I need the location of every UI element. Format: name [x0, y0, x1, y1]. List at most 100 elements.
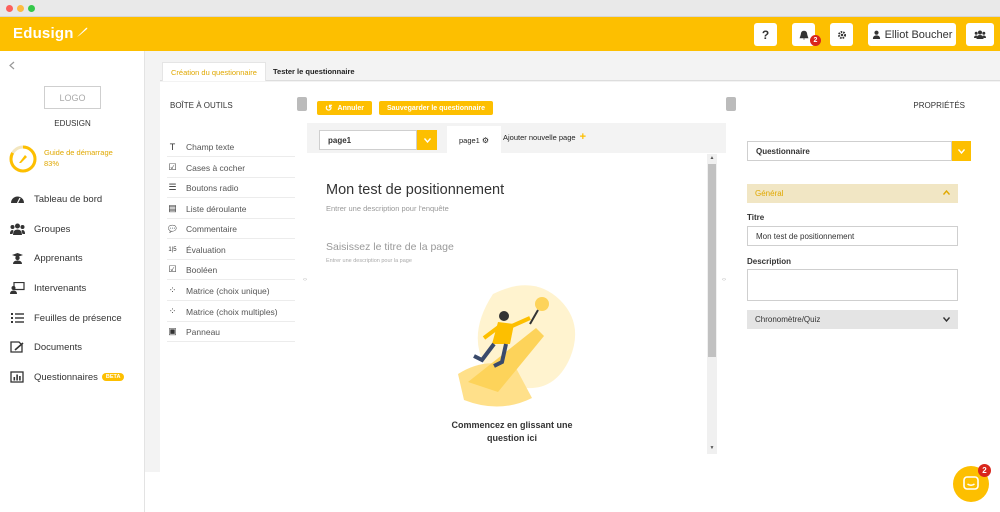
properties-title: PROPRIÉTÉS	[913, 101, 965, 110]
tab-test[interactable]: Tester le questionnaire	[265, 63, 363, 80]
tool-label: Panneau	[186, 326, 221, 337]
scroll-down-icon[interactable]: ▼	[707, 445, 717, 451]
rating-icon: 1|5	[168, 246, 177, 253]
tool-label: Matrice (choix unique)	[186, 285, 270, 296]
help-icon: ?	[761, 27, 770, 42]
description-textarea[interactable]	[747, 269, 958, 301]
survey-canvas: Mon test de positionnement Entrer une de…	[317, 154, 707, 454]
text-icon: T	[169, 141, 176, 152]
undo-button[interactable]: ↺ Annuler	[317, 101, 372, 115]
nav-label: Intervenants	[34, 282, 87, 294]
close-window-dot[interactable]	[6, 5, 13, 12]
gear-icon	[837, 30, 846, 39]
tool-liste-deroulante[interactable]: ▤ Liste déroulante	[167, 199, 295, 219]
maximize-window-dot[interactable]	[28, 5, 35, 12]
feather-icon	[77, 27, 88, 37]
logo-placeholder[interactable]: LOGO	[44, 86, 101, 109]
section-timer-quiz[interactable]: Chronomètre/Quiz	[747, 310, 958, 329]
radio-list-icon: ☰	[168, 182, 177, 192]
add-page-button[interactable]: Ajouter nouvelle page +	[503, 131, 586, 143]
page-description-placeholder[interactable]: Entrer une description pour la page	[326, 258, 412, 264]
tool-boutons-radio[interactable]: ☰ Boutons radio	[167, 178, 295, 198]
brand-name[interactable]: Edusign	[13, 25, 74, 42]
titre-input[interactable]: Mon test de positionnement	[747, 226, 958, 246]
nav-intervenants[interactable]: Intervenants	[10, 279, 86, 297]
titre-value: Mon test de positionnement	[756, 231, 855, 241]
teachers-icon	[10, 282, 25, 294]
nav-label: Groupes	[34, 223, 71, 235]
collapse-properties-handle[interactable]	[726, 97, 736, 111]
tool-label: Commentaire	[186, 223, 238, 234]
nav-label: Documents	[34, 341, 83, 353]
chat-icon	[963, 476, 979, 490]
page-tab-page1[interactable]: page1 ⚙	[447, 126, 501, 154]
survey-description[interactable]: Entrer une description pour l'enquête	[326, 204, 449, 213]
tool-label: Matrice (choix multiples)	[186, 306, 278, 317]
guide-percent: 83%	[44, 159, 60, 168]
team-button[interactable]	[966, 23, 994, 46]
page-title-placeholder[interactable]: Saisissez le titre de la page	[326, 241, 454, 253]
section-general[interactable]: Général	[747, 184, 958, 203]
object-select-value: Questionnaire	[756, 146, 810, 156]
onboarding-guide[interactable]: Guide de démarrage 83%	[8, 142, 133, 176]
nav-feuilles-de-presence[interactable]: Feuilles de présence	[10, 309, 122, 327]
chart-icon	[10, 371, 24, 383]
groups-icon	[10, 223, 25, 235]
tool-matrice-unique[interactable]: ⁘ Matrice (choix unique)	[167, 281, 295, 301]
panel-icon: ▣	[168, 326, 177, 336]
main-content: Création du questionnaire Tester le ques…	[145, 51, 1000, 472]
chevron-down-icon	[943, 317, 950, 322]
splitter-right-icon[interactable]: ‹›	[722, 277, 726, 283]
tool-panneau[interactable]: ▣ Panneau	[167, 322, 295, 342]
tool-label: Cases à cocher	[186, 162, 246, 173]
minimize-window-dot[interactable]	[17, 5, 24, 12]
page-select-value: page1	[328, 135, 352, 145]
nav-questionnaires[interactable]: Questionnaires BETA	[10, 368, 125, 386]
tool-commentaire[interactable]: 💬 Commentaire	[167, 219, 295, 239]
user-menu-button[interactable]: Elliot Boucher	[868, 23, 956, 46]
tool-cases-a-cocher[interactable]: ☑ Cases à cocher	[167, 158, 295, 178]
top-bar: Edusign ? 2 Elliot Boucher	[0, 17, 1000, 51]
survey-title[interactable]: Mon test de positionnement	[326, 182, 504, 198]
page-select-toggle[interactable]	[417, 130, 437, 150]
undo-label: Annuler	[337, 104, 364, 112]
splitter-left-icon[interactable]: ‹›	[303, 277, 307, 283]
object-select-toggle[interactable]	[952, 141, 971, 161]
page-select[interactable]: page1	[319, 130, 417, 150]
bell-icon	[799, 30, 808, 39]
scrollbar-thumb[interactable]	[708, 164, 716, 357]
save-survey-button[interactable]: Sauvegarder le questionnaire	[379, 101, 494, 115]
nav-documents[interactable]: Documents	[10, 338, 82, 356]
tool-matrice-multiples[interactable]: ⁘ Matrice (choix multiples)	[167, 302, 295, 322]
settings-button[interactable]	[830, 23, 853, 46]
object-select[interactable]: Questionnaire	[747, 141, 952, 161]
chevron-up-icon	[943, 190, 950, 195]
undo-icon: ↺	[325, 102, 333, 113]
nav-tableau-de-bord[interactable]: Tableau de bord	[10, 190, 102, 208]
beta-badge: BETA	[101, 373, 125, 381]
window-chrome	[0, 0, 1000, 17]
page-settings-icon[interactable]: ⚙	[482, 136, 489, 145]
sidebar: LOGO EDUSIGN Guide de démarrage 83% Tabl…	[0, 51, 145, 512]
tool-booleen[interactable]: ☑ Booléen	[167, 260, 295, 280]
collapse-sidebar-icon[interactable]	[9, 61, 15, 70]
collapse-toolbox-handle[interactable]	[297, 97, 307, 111]
help-button[interactable]: ?	[754, 23, 777, 46]
plus-icon: +	[579, 131, 586, 143]
description-label: Description	[747, 257, 792, 266]
guide-progress-ring	[9, 145, 37, 173]
nav-apprenants[interactable]: Apprenants	[10, 249, 83, 267]
chevron-down-icon	[958, 148, 965, 154]
scroll-up-icon[interactable]: ▲	[707, 155, 717, 161]
canvas-scrollbar[interactable]: ▲ ▼	[707, 154, 717, 454]
checkbox-icon: ☑	[168, 162, 177, 172]
team-icon	[974, 30, 986, 39]
org-name: EDUSIGN	[54, 119, 91, 128]
user-name: Elliot Boucher	[884, 28, 953, 41]
nav-groupes[interactable]: Groupes	[10, 220, 70, 238]
tool-evaluation[interactable]: 1|5 Évaluation	[167, 240, 295, 260]
tool-champ-texte[interactable]: T Champ texte	[167, 137, 295, 157]
chevron-down-icon	[423, 137, 431, 143]
tab-creation[interactable]: Création du questionnaire	[162, 62, 266, 81]
matrix-icon: ⁘	[168, 285, 177, 295]
